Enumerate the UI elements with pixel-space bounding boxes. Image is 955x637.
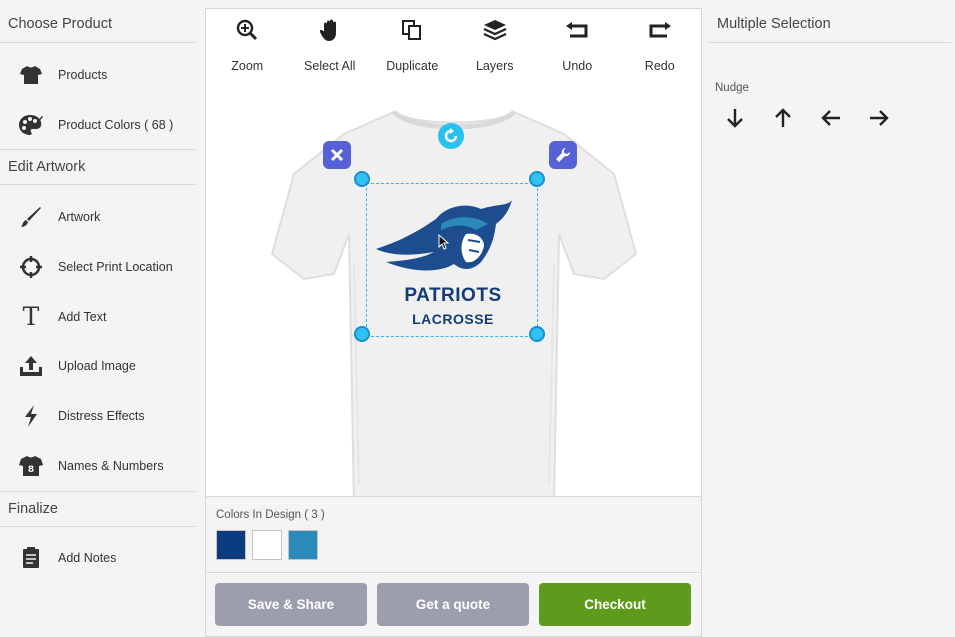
layers-button[interactable]: Layers bbox=[454, 9, 537, 76]
lightning-icon bbox=[18, 403, 44, 429]
section-edit-artwork: Edit Artwork bbox=[0, 149, 195, 186]
delete-selection-button[interactable] bbox=[323, 141, 351, 169]
sidebar-item-artwork[interactable]: Artwork bbox=[0, 192, 196, 242]
design-canvas[interactable]: PATRIOTS LACROSSE bbox=[206, 76, 701, 496]
sidebar-item-label: Artwork bbox=[58, 210, 101, 225]
layers-icon bbox=[483, 19, 507, 41]
sidebar-item-label: Names & Numbers bbox=[58, 458, 164, 473]
jersey-icon: 8 bbox=[18, 453, 44, 479]
tool-label: Select All bbox=[304, 59, 356, 73]
resize-handle-top-left[interactable] bbox=[354, 171, 370, 187]
colors-in-design-label: Colors In Design ( 3 ) bbox=[216, 509, 325, 521]
sidebar-item-product-colors[interactable]: Product Colors ( 68 ) bbox=[0, 100, 196, 150]
nudge-right-button[interactable] bbox=[867, 106, 891, 130]
right-panel: Multiple Selection Nudge bbox=[709, 0, 955, 637]
wrench-icon bbox=[556, 148, 570, 162]
redo-icon bbox=[648, 19, 672, 41]
sidebar-item-label: Distress Effects bbox=[58, 408, 145, 423]
checkout-button[interactable]: Checkout bbox=[539, 583, 691, 626]
tool-label: Undo bbox=[562, 59, 593, 73]
color-swatch[interactable] bbox=[252, 530, 282, 560]
get-quote-button[interactable]: Get a quote bbox=[377, 583, 529, 626]
design-area: Zoom Select All Duplicate Layers Undo Re… bbox=[205, 8, 702, 637]
rotate-icon bbox=[444, 128, 458, 143]
sidebar-item-upload-image[interactable]: Upload Image bbox=[0, 341, 196, 391]
sidebar-item-label: Product Colors ( 68 ) bbox=[58, 117, 174, 132]
tool-label: Zoom bbox=[231, 59, 264, 73]
crosshair-icon bbox=[18, 254, 44, 280]
select-all-button[interactable]: Select All bbox=[289, 9, 372, 76]
undo-icon bbox=[565, 19, 589, 41]
nudge-down-button[interactable] bbox=[723, 106, 747, 130]
mouse-cursor-icon bbox=[438, 234, 450, 250]
color-swatch[interactable] bbox=[216, 530, 246, 560]
hand-icon bbox=[319, 19, 340, 41]
sidebar-item-print-location[interactable]: Select Print Location bbox=[0, 242, 196, 292]
close-icon bbox=[330, 148, 344, 162]
notes-icon bbox=[18, 545, 44, 571]
sidebar-item-label: Add Text bbox=[58, 309, 107, 324]
edit-selection-button[interactable] bbox=[549, 141, 577, 169]
zoom-button[interactable]: Zoom bbox=[206, 9, 289, 76]
save-share-button[interactable]: Save & Share bbox=[215, 583, 367, 626]
section-choose-product: Choose Product bbox=[0, 0, 195, 43]
palette-icon bbox=[18, 112, 44, 138]
text-icon: T bbox=[22, 302, 40, 332]
section-finalize: Finalize bbox=[0, 490, 195, 527]
nudge-label: Nudge bbox=[715, 82, 749, 94]
tshirt-icon bbox=[18, 62, 44, 88]
colors-in-design-panel: Colors In Design ( 3 ) bbox=[206, 496, 701, 573]
design-text-line2[interactable]: LACROSSE bbox=[388, 311, 518, 327]
tool-label: Duplicate bbox=[386, 59, 439, 73]
sidebar-item-label: Add Notes bbox=[58, 551, 117, 566]
arrow-down-icon bbox=[727, 109, 743, 128]
zoom-in-icon bbox=[236, 19, 258, 41]
sidebar-item-label: Products bbox=[58, 67, 108, 82]
resize-handle-bottom-right[interactable] bbox=[529, 326, 545, 342]
redo-button[interactable]: Redo bbox=[619, 9, 702, 76]
nudge-left-button[interactable] bbox=[819, 106, 843, 130]
undo-button[interactable]: Undo bbox=[536, 9, 619, 76]
sidebar-item-add-text[interactable]: T Add Text bbox=[0, 292, 196, 342]
color-swatch[interactable] bbox=[288, 530, 318, 560]
tool-label: Redo bbox=[644, 59, 675, 73]
resize-handle-top-right[interactable] bbox=[529, 171, 545, 187]
left-sidebar: Choose Product Products Product Colors (… bbox=[0, 0, 196, 637]
toolbar: Zoom Select All Duplicate Layers Undo Re… bbox=[206, 9, 701, 77]
design-text-line1[interactable]: PATRIOTS bbox=[388, 285, 518, 307]
sidebar-item-add-notes[interactable]: Add Notes bbox=[0, 534, 196, 584]
sidebar-item-distress-effects[interactable]: Distress Effects bbox=[0, 391, 196, 441]
arrow-right-icon bbox=[870, 110, 889, 126]
rotate-selection-button[interactable] bbox=[438, 123, 464, 149]
svg-text:8: 8 bbox=[28, 465, 34, 475]
nudge-up-button[interactable] bbox=[771, 106, 795, 130]
upload-icon bbox=[18, 353, 44, 379]
sidebar-item-names-numbers[interactable]: 8 Names & Numbers bbox=[0, 441, 196, 491]
sidebar-item-label: Select Print Location bbox=[58, 259, 173, 274]
brush-icon bbox=[18, 204, 44, 230]
arrow-up-icon bbox=[775, 108, 791, 127]
tool-label: Layers bbox=[475, 59, 514, 73]
arrow-left-icon bbox=[821, 110, 840, 126]
sidebar-item-products[interactable]: Products bbox=[0, 50, 196, 100]
duplicate-icon bbox=[401, 19, 423, 41]
action-bar: Save & Share Get a quote Checkout bbox=[206, 574, 701, 636]
multiple-selection-title: Multiple Selection bbox=[709, 0, 951, 43]
duplicate-button[interactable]: Duplicate bbox=[371, 9, 454, 76]
sidebar-item-label: Upload Image bbox=[58, 359, 136, 374]
resize-handle-bottom-left[interactable] bbox=[354, 326, 370, 342]
